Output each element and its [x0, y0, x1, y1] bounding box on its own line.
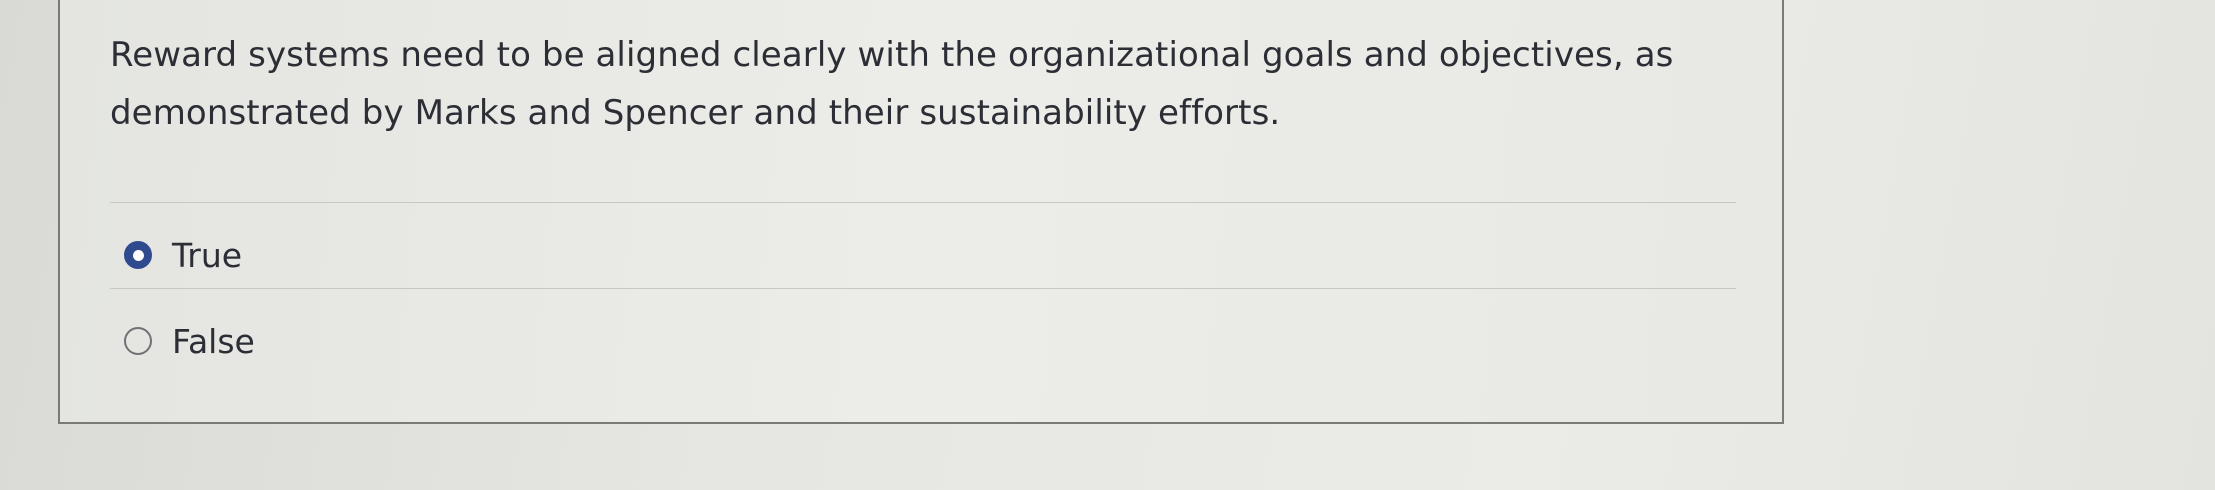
option-true[interactable]: True [124, 230, 242, 280]
option-label-true: True [172, 235, 243, 275]
option-label-false: False [172, 321, 255, 361]
radio-unselected-icon[interactable] [124, 327, 152, 355]
option-false[interactable]: False [124, 316, 255, 366]
question-card: Reward systems need to be aligned clearl… [58, 0, 1784, 424]
radio-selected-icon[interactable] [124, 241, 152, 269]
divider [110, 202, 1736, 203]
divider [110, 288, 1736, 289]
question-text: Reward systems need to be aligned clearl… [110, 35, 1674, 133]
